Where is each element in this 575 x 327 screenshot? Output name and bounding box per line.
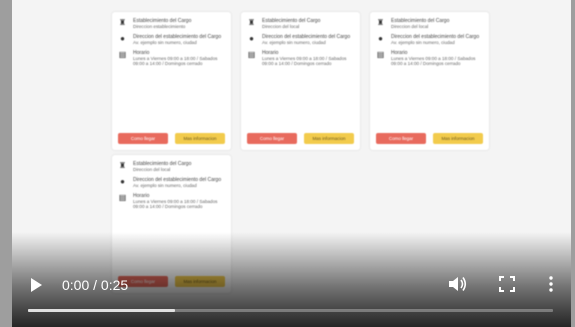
video-player[interactable]: ♜ Establecimiento del Cargo Direccion est…: [12, 0, 571, 327]
location-pin-icon: ●: [378, 33, 383, 43]
hours-body: Lunes a Viernes 09:00 a 18:00 / Sabados …: [133, 56, 218, 67]
store-row: ♜ Establecimiento del Cargo Direccion del…: [376, 18, 483, 30]
contact-row: ● Direccion del establecimiento del Carg…: [118, 33, 225, 46]
location-pin-icon: ●: [120, 176, 125, 186]
store-card: ♜ Establecimiento del Cargo Direccion del…: [241, 12, 360, 150]
contact-row: ● Direccion del establecimiento del Carg…: [376, 33, 483, 46]
store-address: Direccion establecimiento: [133, 24, 186, 30]
hours-row: ▤ Horario Lunes a Viernes 09:00 a 18:00 /…: [118, 192, 225, 210]
calendar-icon: ▤: [118, 192, 127, 202]
hours-row: ▤ Horario Lunes a Viernes 09:00 a 18:00 /…: [118, 49, 225, 67]
calendar-icon: ▤: [247, 49, 256, 59]
directions-button[interactable]: Como llegar: [247, 133, 297, 144]
contact-body: Av. ejemplo sin numero, ciudad: [133, 183, 197, 189]
progress-bar-fill: [28, 309, 175, 312]
more-info-button[interactable]: Mas informacion: [175, 133, 225, 144]
hours-body: Lunes a Viernes 09:00 a 18:00 / Sabados …: [133, 199, 218, 210]
store-row: ♜ Establecimiento del Cargo Direccion del…: [247, 18, 354, 30]
store-icon: ♜: [376, 18, 385, 27]
store-address: Direccion del local: [262, 24, 300, 30]
more-info-button[interactable]: Mas informacion: [304, 133, 354, 144]
contact-body: Av. ejemplo sin numero, ciudad: [391, 40, 455, 46]
hours-row: ▤ Horario Lunes a Viernes 09:00 a 18:00 /…: [376, 49, 483, 67]
hours-body: Lunes a Viernes 09:00 a 18:00 / Sabados …: [391, 56, 476, 67]
store-address: Direccion del local: [391, 24, 429, 30]
store-row: ♜ Establecimiento del Cargo Direccion est…: [118, 18, 225, 30]
hours-body: Lunes a Viernes 09:00 a 18:00 / Sabados …: [262, 56, 347, 67]
contact-body: Av. ejemplo sin numero, ciudad: [262, 40, 326, 46]
card-actions: Como llegar Mas informacion: [247, 133, 354, 144]
calendar-icon: ▤: [118, 49, 127, 59]
progress-bar[interactable]: [28, 309, 553, 312]
contact-row: ● Direccion del establecimiento del Carg…: [118, 176, 225, 189]
more-options-icon[interactable]: [548, 275, 554, 293]
volume-icon[interactable]: [448, 275, 468, 293]
card-actions: Como llegar Mas informacion: [376, 133, 483, 144]
location-pin-icon: ●: [120, 33, 125, 43]
store-icon: ♜: [118, 18, 127, 27]
store-icon: ♜: [247, 18, 256, 27]
contact-row: ● Direccion del establecimiento del Carg…: [247, 33, 354, 46]
store-row: ♜ Establecimiento del Cargo Direccion del…: [118, 161, 225, 173]
fullscreen-icon[interactable]: [498, 275, 516, 293]
more-info-button[interactable]: Mas informacion: [433, 133, 483, 144]
store-address: Direccion del local: [133, 167, 171, 173]
directions-button[interactable]: Como llegar: [376, 133, 426, 144]
store-card: ♜ Establecimiento del Cargo Direccion del…: [370, 12, 489, 150]
hours-row: ▤ Horario Lunes a Viernes 09:00 a 18:00 /…: [247, 49, 354, 67]
directions-button[interactable]: Como llegar: [118, 133, 168, 144]
location-pin-icon: ●: [249, 33, 254, 43]
calendar-icon: ▤: [376, 49, 385, 59]
player-controls: 0:00 / 0:25: [12, 267, 571, 327]
store-card: ♜ Establecimiento del Cargo Direccion est…: [112, 12, 231, 150]
contact-body: Av. ejemplo sin numero, ciudad: [133, 40, 197, 46]
time-display: 0:00 / 0:25: [62, 277, 129, 293]
store-icon: ♜: [118, 161, 127, 170]
card-actions: Como llegar Mas informacion: [118, 133, 225, 144]
play-icon[interactable]: [31, 278, 42, 292]
